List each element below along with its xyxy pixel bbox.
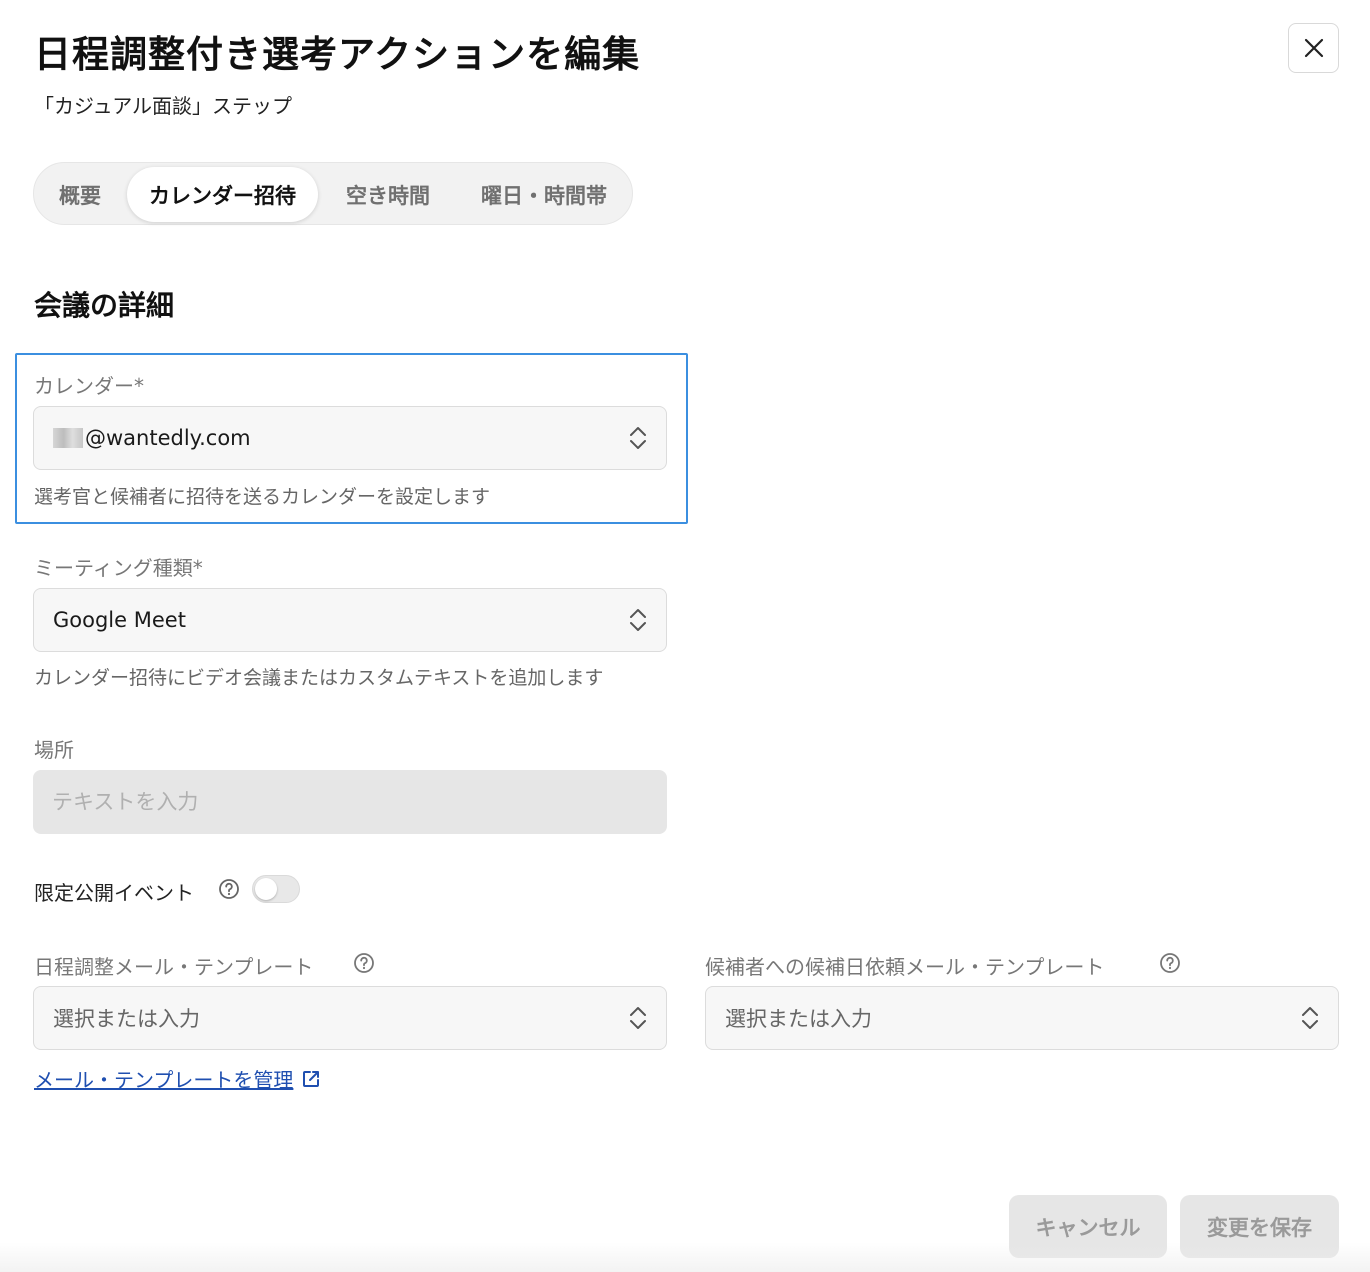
tab-calendar-invite[interactable]: カレンダー招待 [127,167,318,222]
tab-overview[interactable]: 概要 [40,167,120,222]
candidate-mail-template-placeholder: 選択または入力 [725,1007,872,1031]
calendar-label: カレンダー* [34,374,144,398]
meeting-type-label: ミーティング種類* [34,556,203,580]
schedule-mail-template-select[interactable]: 選択または入力 [33,986,667,1050]
question-circle-icon[interactable] [218,878,240,900]
meeting-type-value: Google Meet [53,608,186,632]
question-circle-icon[interactable] [353,952,375,974]
cancel-button[interactable]: キャンセル [1009,1195,1167,1258]
manage-mail-templates-link[interactable]: メール・テンプレートを管理 [34,1064,321,1093]
candidate-mail-template-label: 候補者への候補日依頼メール・テンプレート [705,955,1105,979]
location-input[interactable] [33,770,667,834]
chevron-up-down-icon [630,609,646,631]
close-button[interactable] [1288,23,1339,73]
close-icon [1304,38,1323,58]
section-title: 会議の詳細 [34,289,175,322]
schedule-mail-template-placeholder: 選択または入力 [53,1007,200,1031]
private-event-toggle[interactable] [252,875,300,903]
candidate-mail-template-select[interactable]: 選択または入力 [705,986,1339,1050]
calendar-help: 選考官と候補者に招待を送るカレンダーを設定します [34,486,491,508]
tab-weekday-time[interactable]: 曜日・時間帯 [462,167,626,222]
location-label: 場所 [34,738,74,762]
dialog-title: 日程調整付き選考アクションを編集 [34,33,641,76]
toggle-knob [255,878,277,900]
private-event-label: 限定公開イベント [34,881,194,905]
chevron-up-down-icon [1302,1007,1318,1029]
external-link-icon [303,1070,320,1087]
question-circle-icon[interactable] [1159,952,1181,974]
save-button[interactable]: 変更を保存 [1180,1195,1339,1258]
redacted-email-user [53,428,83,448]
dialog-subtitle: 「カジュアル面談」ステップ [34,94,292,118]
chevron-up-down-icon [630,427,646,449]
chevron-up-down-icon [630,1007,646,1029]
manage-mail-templates-label: メール・テンプレートを管理 [34,1068,294,1092]
schedule-mail-template-label: 日程調整メール・テンプレート [34,955,314,979]
meeting-type-help: カレンダー招待にビデオ会議またはカスタムテキストを追加します [34,667,604,689]
meeting-type-select[interactable]: Google Meet [33,588,667,652]
tab-free-time[interactable]: 空き時間 [326,167,450,222]
calendar-value: @wantedly.com [85,426,251,450]
tab-bar: 概要 カレンダー招待 空き時間 曜日・時間帯 [33,162,633,225]
calendar-select[interactable]: @wantedly.com [33,406,667,470]
